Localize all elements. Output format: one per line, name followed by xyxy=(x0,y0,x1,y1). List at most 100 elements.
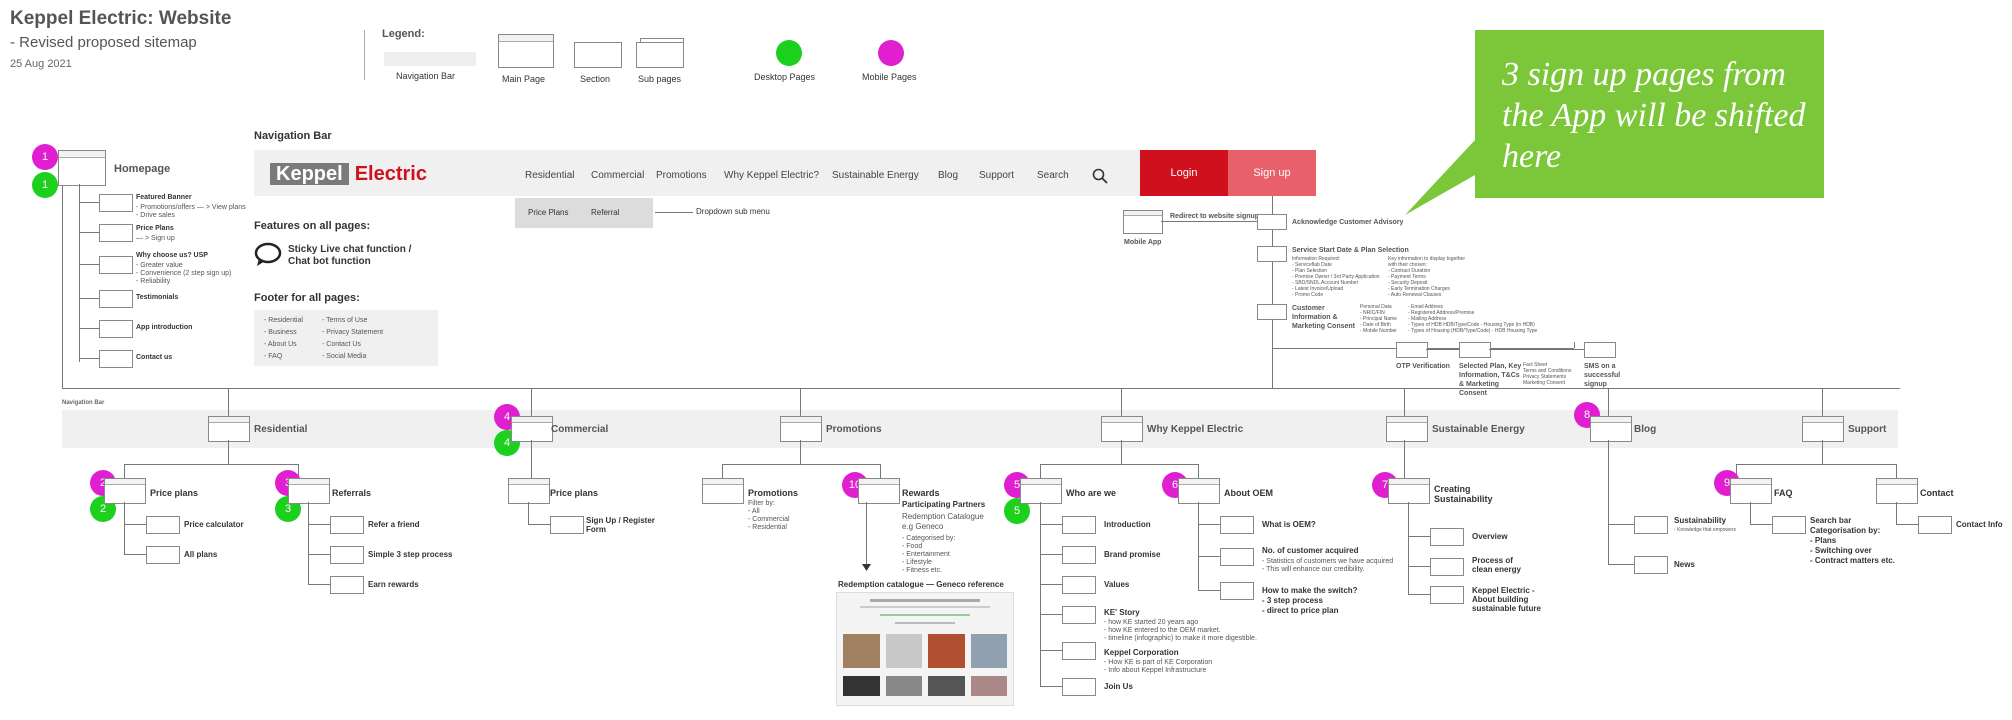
homepage-label: Homepage xyxy=(114,163,171,175)
faq-search-4: - Contract matters etc. xyxy=(1810,556,1895,565)
footer-title: Footer for all pages: xyxy=(254,292,360,304)
values-node xyxy=(1062,576,1096,594)
features-title: Features on all pages: xyxy=(254,220,371,232)
overview-node xyxy=(1430,528,1464,546)
ke-story-label: KE' Story xyxy=(1104,608,1140,617)
legend-navbar-swatch xyxy=(384,52,476,66)
legend-desktop-label: Desktop Pages xyxy=(754,72,816,82)
referrals-node xyxy=(288,478,330,504)
footer-privacy: - Privacy Statement xyxy=(322,329,384,336)
legend-section-icon xyxy=(574,42,622,68)
why-page-label: Why Keppel Electric xyxy=(1147,424,1244,435)
chat-bubble-icon xyxy=(254,242,282,266)
nav-support[interactable]: Support xyxy=(979,170,1014,181)
signup-step3-title: Customer Information & Marketing Consent xyxy=(1292,305,1356,330)
rewards-partners: Participating Partners xyxy=(902,500,986,509)
factsheet-3: Marketing Consent xyxy=(1523,380,1565,386)
home-banner-title: Featured Banner xyxy=(136,194,192,201)
search-icon[interactable] xyxy=(1092,168,1108,184)
legend-main-page-icon xyxy=(498,34,554,68)
refer-friend-label: Refer a friend xyxy=(368,520,420,529)
make-switch-label: How to make the switch? xyxy=(1262,586,1358,595)
keppel-future-node xyxy=(1430,586,1464,604)
sustainable-page-node xyxy=(1386,416,1428,442)
footer-residential: - Residential xyxy=(264,317,303,324)
home-price-title: Price Plans xyxy=(136,225,174,232)
keyinfo-node xyxy=(1459,342,1491,358)
nav-why-keppel[interactable]: Why Keppel Electric? xyxy=(724,170,819,181)
faq-search-node xyxy=(1772,516,1806,534)
legend-mobile-label: Mobile Pages xyxy=(862,72,917,82)
oem-node xyxy=(1178,478,1220,504)
keppel-corp-node xyxy=(1062,642,1096,660)
sms-label: SMS on a successful signup xyxy=(1584,363,1621,388)
footer-contact: - Contact Us xyxy=(322,341,361,348)
news-node xyxy=(1634,556,1668,574)
make-switch-node xyxy=(1220,582,1254,600)
rewards-cat-4: - Fitness etc. xyxy=(902,567,943,574)
nav-blog[interactable]: Blog xyxy=(938,170,958,181)
mobile-app-node xyxy=(1123,210,1163,234)
legend-mobile-dot xyxy=(878,40,904,66)
redemption-label: Redemption catalogue — Geneco reference xyxy=(838,580,1004,589)
keyinfo-l6: - Auto Renewal Clauses xyxy=(1388,292,1442,298)
blog-sustain-node xyxy=(1634,516,1668,534)
price-plans-label: Price plans xyxy=(150,488,199,498)
all-plans-node xyxy=(146,546,180,564)
sustainable-page-label: Sustainable Energy xyxy=(1432,424,1525,435)
home-price-line1: — > Sign up xyxy=(136,235,175,242)
values-label: Values xyxy=(1104,580,1130,589)
what-oem-label: What is OEM? xyxy=(1262,520,1316,529)
all-plans-label: All plans xyxy=(184,550,218,559)
support-page-label: Support xyxy=(1848,424,1887,435)
login-button[interactable]: Login xyxy=(1140,150,1228,196)
blog-page-label: Blog xyxy=(1634,424,1657,435)
page-subtitle: - Revised proposed sitemap xyxy=(10,34,197,51)
home-usp-title: Why choose us? USP xyxy=(136,252,208,259)
keppel-corp-1: - Info about Keppel Infrastructure xyxy=(1104,667,1207,674)
legend-navbar-label: Navigation Bar xyxy=(396,71,456,81)
nav-residential[interactable]: Residential xyxy=(525,170,574,181)
blog-sustain-note: - Knowledge that empowers xyxy=(1674,527,1736,533)
nav-sustainable[interactable]: Sustainable Energy xyxy=(832,170,919,181)
overview-label: Overview xyxy=(1472,532,1508,541)
what-oem-node xyxy=(1220,516,1254,534)
dropdown-price-plans[interactable]: Price Plans xyxy=(528,208,568,217)
sms-node xyxy=(1584,342,1616,358)
commercial-signup-label: Sign Up / Register Form xyxy=(586,516,655,534)
who-label: Who are we xyxy=(1066,488,1117,498)
promotions-page-node xyxy=(780,416,822,442)
home-section-priceplans xyxy=(99,224,133,242)
customers-acquired-node xyxy=(1220,548,1254,566)
signup-step2-node xyxy=(1257,246,1287,262)
contact-info-label: Contact Info xyxy=(1956,520,2003,529)
faq-search-0: Search bar xyxy=(1810,516,1852,525)
who-node xyxy=(1020,478,1062,504)
legend-subpage-label: Sub pages xyxy=(638,74,682,84)
footer-social: - Social Media xyxy=(322,353,367,360)
footer-about: - About Us xyxy=(264,341,297,348)
clean-energy-node xyxy=(1430,558,1464,576)
signup-button[interactable]: Sign up xyxy=(1228,150,1316,196)
ke-story-node xyxy=(1062,606,1096,624)
faq-search-3: - Switching over xyxy=(1810,546,1872,555)
switch-1: - direct to price plan xyxy=(1262,606,1339,615)
footer-faq: - FAQ xyxy=(264,353,283,360)
home-testimonials-title: Testimonials xyxy=(136,294,179,301)
contact-info-node xyxy=(1918,516,1952,534)
footer-business: - Business xyxy=(264,329,297,336)
brand-promise-node xyxy=(1062,546,1096,564)
intro-label: Introduction xyxy=(1104,520,1151,529)
nav-promotions[interactable]: Promotions xyxy=(656,170,707,181)
rewards-label: Rewards xyxy=(902,488,940,498)
blog-page-node xyxy=(1590,416,1632,442)
earn-rewards-label: Earn rewards xyxy=(368,580,419,589)
nav-search[interactable]: Search xyxy=(1037,170,1069,181)
dropdown-referral[interactable]: Referral xyxy=(591,208,619,217)
personal-l4: - Mobile Number xyxy=(1360,328,1397,334)
signup-step1-title: Acknowledge Customer Advisory xyxy=(1292,219,1404,226)
geneco-reference-image xyxy=(836,592,1014,706)
promotions-page-label: Promotions xyxy=(826,424,882,435)
nav-commercial[interactable]: Commercial xyxy=(591,170,644,181)
three-step-node xyxy=(330,546,364,564)
